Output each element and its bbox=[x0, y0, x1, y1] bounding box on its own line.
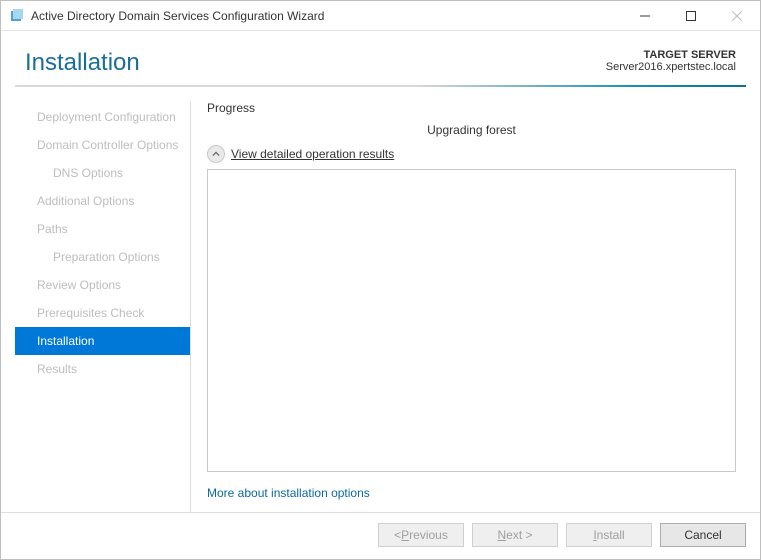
sidebar-item-installation[interactable]: Installation bbox=[15, 327, 190, 355]
sidebar-item-results: Results bbox=[15, 355, 190, 383]
progress-label: Progress bbox=[207, 101, 736, 115]
sidebar: Deployment Configuration Domain Controll… bbox=[15, 101, 191, 512]
sidebar-item-paths: Paths bbox=[15, 215, 190, 243]
window-controls bbox=[622, 1, 760, 30]
sidebar-item-preparation-options: Preparation Options bbox=[15, 243, 190, 271]
view-detail-toggle[interactable]: View detailed operation results bbox=[207, 145, 736, 163]
footer: < Previous Next > Install Cancel bbox=[1, 512, 760, 559]
sidebar-item-dns-options: DNS Options bbox=[15, 159, 190, 187]
next-button: Next > bbox=[472, 523, 558, 547]
wizard-window: Active Directory Domain Services Configu… bbox=[0, 0, 761, 560]
more-about-link[interactable]: More about installation options bbox=[207, 472, 736, 512]
target-server-value: Server2016.xpertstec.local bbox=[606, 61, 736, 73]
titlebar: Active Directory Domain Services Configu… bbox=[1, 1, 760, 31]
body: Deployment Configuration Domain Controll… bbox=[1, 87, 760, 512]
page-title: Installation bbox=[25, 49, 140, 77]
sidebar-item-additional-options: Additional Options bbox=[15, 187, 190, 215]
window-title: Active Directory Domain Services Configu… bbox=[31, 9, 622, 23]
target-server-label: TARGET SERVER bbox=[606, 49, 736, 61]
operation-results-box bbox=[207, 169, 736, 472]
chevron-up-icon bbox=[207, 145, 225, 163]
sidebar-item-deployment-configuration: Deployment Configuration bbox=[15, 103, 190, 131]
install-button: Install bbox=[566, 523, 652, 547]
previous-button: < Previous bbox=[378, 523, 464, 547]
minimize-button[interactable] bbox=[622, 1, 668, 30]
cancel-button[interactable]: Cancel bbox=[660, 523, 746, 547]
target-server: TARGET SERVER Server2016.xpertstec.local bbox=[606, 49, 736, 73]
app-icon bbox=[9, 8, 25, 24]
main-panel: Progress Upgrading forest View detailed … bbox=[191, 101, 746, 512]
progress-status: Upgrading forest bbox=[207, 119, 736, 145]
sidebar-item-prerequisites-check: Prerequisites Check bbox=[15, 299, 190, 327]
close-button bbox=[714, 1, 760, 30]
view-detail-label: View detailed operation results bbox=[231, 147, 394, 161]
sidebar-item-domain-controller-options: Domain Controller Options bbox=[15, 131, 190, 159]
header: Installation TARGET SERVER Server2016.xp… bbox=[1, 31, 760, 85]
maximize-button[interactable] bbox=[668, 1, 714, 30]
sidebar-item-review-options: Review Options bbox=[15, 271, 190, 299]
